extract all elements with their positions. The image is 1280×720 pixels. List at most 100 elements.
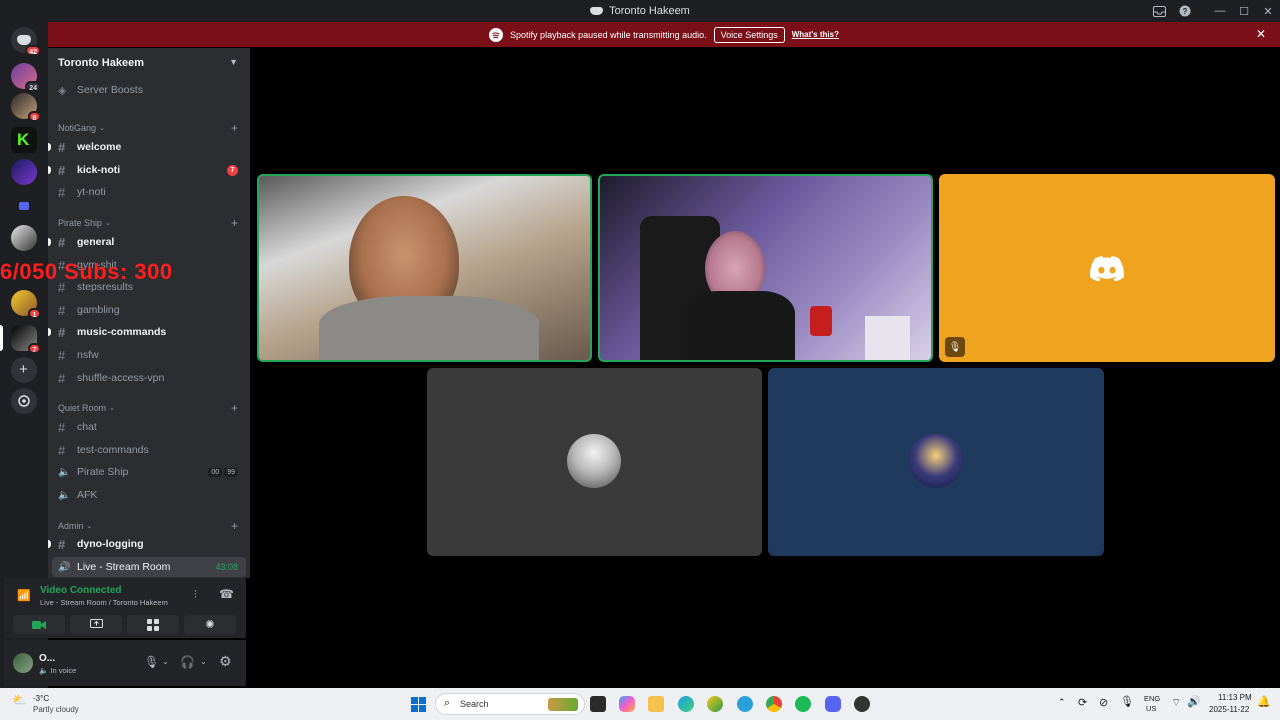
whats-this-link[interactable]: What's this?	[792, 30, 839, 39]
guild-avatar[interactable]: 24	[11, 63, 41, 92]
add-server-button[interactable]: +	[11, 357, 37, 383]
voice-settings-button[interactable]: Voice Settings	[713, 26, 785, 43]
channel-nsfw[interactable]: # nsfw	[52, 345, 246, 365]
soundboard-button[interactable]: ✺	[184, 615, 236, 634]
participant-avatar	[909, 434, 963, 488]
copilot-icon[interactable]	[619, 696, 635, 712]
avatar[interactable]	[13, 653, 33, 673]
server-boosts-item[interactable]: ◈ Server Boosts	[52, 80, 246, 100]
channel-label: AFK	[77, 489, 98, 501]
kick-guild-icon[interactable]: K	[11, 127, 37, 153]
channel-music-commands[interactable]: # music-commands	[48, 322, 246, 342]
channel-yt-noti[interactable]: # yt-noti	[52, 182, 246, 202]
language-indicator[interactable]: ENG	[1144, 694, 1160, 703]
channel-chat[interactable]: # chat	[52, 417, 246, 437]
signal-icon[interactable]: 📶	[17, 589, 31, 602]
guild-avatar[interactable]	[11, 159, 37, 185]
guild-badge: 7	[28, 343, 41, 354]
weather-icon[interactable]: ⛅	[12, 693, 27, 707]
voice-channel-pirate-ship[interactable]: 🔈 Pirate Ship 00 99	[52, 462, 246, 482]
chevron-down-icon[interactable]: ⌄	[200, 657, 207, 666]
screen-share-button[interactable]	[70, 615, 122, 634]
task-view-icon[interactable]	[590, 696, 606, 712]
headphones-icon[interactable]: 🎧	[180, 655, 195, 669]
create-channel-icon[interactable]: +	[231, 121, 238, 135]
windows-start-icon[interactable]	[411, 697, 426, 712]
microphone-icon[interactable]: 🎙	[144, 655, 159, 669]
participant-video-tile[interactable]	[257, 174, 592, 362]
category-admin[interactable]: Admin ⌄ +	[52, 519, 246, 533]
guild-avatar[interactable]: 1	[11, 290, 41, 319]
inbox-icon[interactable]	[1146, 0, 1172, 22]
participant-video-tile[interactable]	[598, 174, 933, 362]
create-channel-icon[interactable]: +	[231, 519, 238, 533]
taskbar-search-box[interactable]: ⌕ Search	[435, 693, 585, 715]
voice-channel-live-stream-room[interactable]: 🔊 Live - Stream Room 43:08	[52, 557, 246, 577]
guild-avatar[interactable]: 8	[11, 93, 41, 122]
maximize-icon[interactable]: ☐	[1232, 0, 1256, 22]
spotify-icon[interactable]	[795, 696, 811, 712]
telegram-icon[interactable]	[737, 696, 753, 712]
channel-general[interactable]: # general	[48, 232, 246, 252]
guild-avatar-active[interactable]: 7	[11, 325, 41, 354]
help-icon[interactable]: ?	[1172, 0, 1198, 22]
weather-temp[interactable]: -3°C	[33, 694, 49, 703]
gear-icon[interactable]: ⚙	[219, 653, 232, 670]
app-icon[interactable]	[854, 696, 870, 712]
participant-avatar-tile[interactable]	[768, 368, 1104, 556]
chevron-down-icon: ⌄	[99, 125, 105, 132]
category-notigang[interactable]: NotiGang ⌄ +	[52, 121, 246, 135]
soundboard-icon: ✺	[205, 619, 215, 631]
channel-dyno-logging[interactable]: # dyno-logging	[48, 534, 246, 554]
clock-date[interactable]: 2025-11-22	[1209, 705, 1249, 714]
windows-taskbar: ⛅ -3°C Partly cloudy ⌕ Search ⌃ ⟳ ⊘ 🎙 EN…	[0, 688, 1280, 720]
create-channel-icon[interactable]: +	[231, 401, 238, 415]
close-window-icon[interactable]: ✕	[1256, 0, 1280, 22]
noise-suppression-icon[interactable]: ⫶	[194, 589, 197, 602]
create-channel-icon[interactable]: +	[231, 216, 238, 230]
network-icon[interactable]: ⊘	[1099, 696, 1108, 709]
guild-badge: 8	[28, 111, 41, 122]
edge-icon[interactable]	[678, 696, 694, 712]
folder-icon[interactable]	[11, 193, 37, 219]
chevron-down-icon[interactable]: ⌄	[162, 657, 169, 666]
guild-avatar[interactable]	[11, 225, 37, 251]
paper	[865, 316, 910, 360]
disconnect-icon[interactable]: ☎	[219, 587, 234, 601]
user-status: 🔈 In voice	[39, 666, 76, 675]
chevron-up-icon[interactable]: ⌃	[1058, 697, 1066, 708]
channel-welcome[interactable]: # welcome	[48, 137, 246, 157]
channel-shuffle-access-vpn[interactable]: # shuffle-access-vpn	[52, 368, 246, 388]
plus-icon: +	[19, 361, 28, 378]
weather-condition[interactable]: Partly cloudy	[33, 705, 79, 714]
activities-button[interactable]	[127, 615, 179, 634]
channel-gambling[interactable]: # gambling	[52, 300, 246, 320]
close-banner-icon[interactable]: ✕	[1256, 27, 1266, 41]
app-icon[interactable]	[707, 696, 723, 712]
file-explorer-icon[interactable]	[648, 696, 664, 712]
wifi-icon[interactable]: ⌔	[1171, 696, 1181, 710]
home-button[interactable]: 42	[11, 27, 41, 56]
voice-status[interactable]: Video Connected	[40, 585, 122, 596]
minimize-icon[interactable]: —	[1208, 0, 1232, 22]
channel-kick-noti[interactable]: # kick-noti 7	[48, 160, 246, 180]
clock-time[interactable]: 11:13 PM	[1218, 693, 1252, 702]
server-header[interactable]: Toronto Hakeem ▼	[48, 48, 250, 78]
keyboard-layout[interactable]: US	[1146, 704, 1156, 713]
participant-avatar-tile[interactable]: 🎙	[939, 174, 1275, 362]
discover-button[interactable]	[11, 388, 37, 414]
participant-avatar-tile[interactable]	[427, 368, 762, 556]
discord-taskbar-icon[interactable]	[825, 696, 841, 712]
channel-test-commands[interactable]: # test-commands	[52, 440, 246, 460]
sync-icon[interactable]: ⟳	[1078, 696, 1087, 709]
voice-channel-afk[interactable]: 🔈 AFK	[52, 485, 246, 505]
drink-cup	[810, 306, 832, 336]
channel-label: welcome	[77, 141, 122, 153]
chrome-icon[interactable]	[766, 696, 782, 712]
category-quiet-room[interactable]: Quiet Room ⌄ +	[52, 401, 246, 415]
microphone-icon[interactable]: 🎙	[1120, 695, 1134, 708]
camera-button[interactable]	[13, 615, 65, 634]
volume-icon[interactable]: 🔊	[1187, 695, 1201, 708]
category-pirate-ship[interactable]: Pirate Ship ⌄ +	[52, 216, 246, 230]
notifications-icon[interactable]: 🔔	[1257, 695, 1271, 708]
